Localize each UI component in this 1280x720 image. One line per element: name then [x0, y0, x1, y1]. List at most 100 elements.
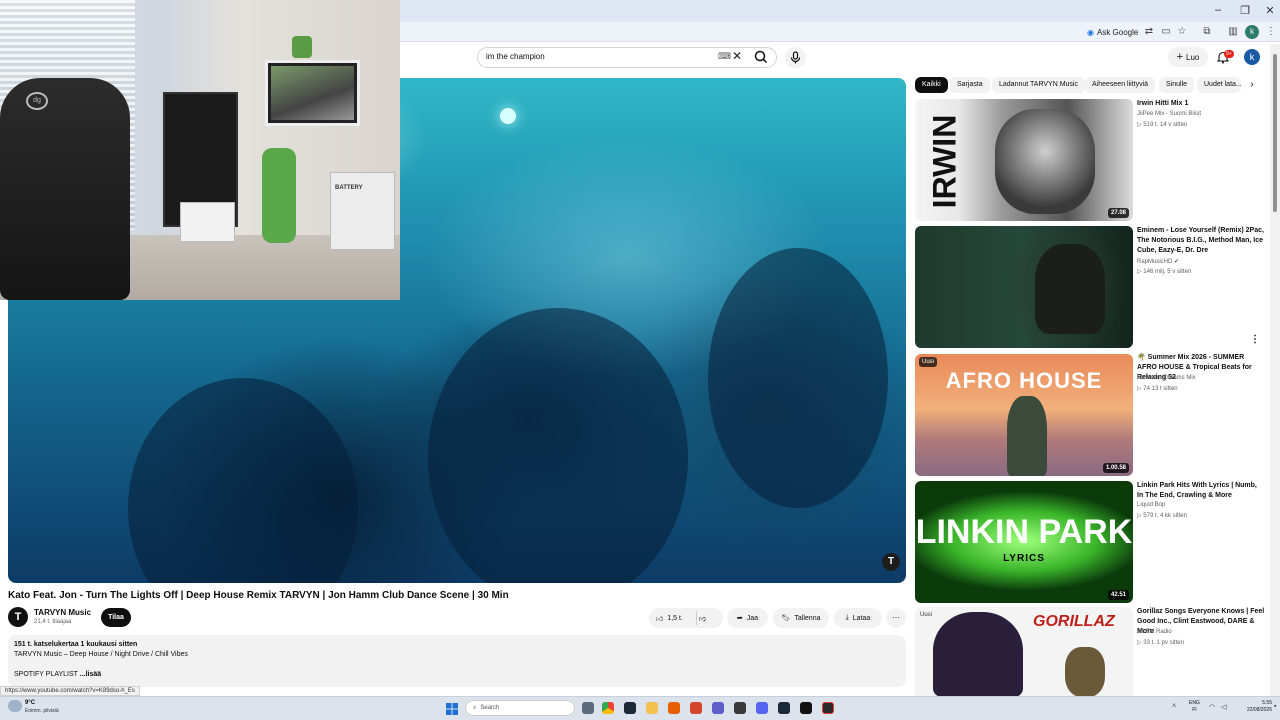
- save-button[interactable]: 🔖︎ Tallenna: [773, 608, 829, 628]
- channel-avatar[interactable]: T: [8, 607, 28, 627]
- scrollbar-thumb[interactable]: [1273, 54, 1277, 212]
- steam-icon-2[interactable]: [778, 702, 790, 714]
- more-actions-button[interactable]: ⋯: [886, 608, 906, 628]
- notification-badge: 9+: [1224, 50, 1234, 58]
- browser-menu-icon[interactable]: ⋮: [1264, 25, 1278, 39]
- more-horizontal-icon: ⋯: [892, 615, 900, 622]
- rec-thumbnail[interactable]: AFRO HOUSE 1.00.58: [915, 354, 1133, 476]
- close-window-icon[interactable]: ✕: [1262, 4, 1278, 17]
- description-text: TARVYN Music – Deep House / Night Drive …: [14, 651, 188, 658]
- verified-icon: ✔: [1174, 259, 1180, 265]
- windows-logo: [446, 703, 458, 715]
- chip-recently-uploaded[interactable]: Uudet lata...: [1197, 77, 1241, 93]
- extensions-icon[interactable]: ⧉: [1200, 25, 1214, 39]
- steam-icon[interactable]: [624, 702, 636, 714]
- language-indicator[interactable]: ENG FI: [1189, 700, 1200, 714]
- keyboard-icon[interactable]: ⌨: [718, 51, 731, 62]
- taskbar-clock[interactable]: 5.55 22/08/2026: [1238, 700, 1272, 714]
- channel-name[interactable]: TARVYN Music: [34, 608, 91, 617]
- rec-channel[interactable]: Liquid Bop: [1137, 502, 1165, 508]
- clock-time: 5.55: [1262, 700, 1272, 706]
- rec-channel[interactable]: Alt FM Radio: [1137, 629, 1172, 635]
- chip-related[interactable]: Aiheeseen liittyviä: [1085, 77, 1156, 93]
- crowd-silhouette: [128, 378, 358, 583]
- chair-logo: dg: [26, 92, 48, 110]
- obs-icon[interactable]: [800, 702, 812, 714]
- clear-search-icon[interactable]: ✕: [732, 49, 742, 63]
- like-button[interactable]: 👍︎ 1,5 t. 👎︎: [649, 608, 723, 628]
- chip-all[interactable]: Kaikki: [915, 77, 948, 93]
- plus-icon: +: [1176, 51, 1184, 63]
- create-button[interactable]: + Luo: [1168, 47, 1208, 67]
- maximize-icon[interactable]: ❐: [1237, 4, 1253, 17]
- ask-google-label: Ask Google: [1096, 27, 1139, 37]
- webcam-plant: [292, 36, 312, 58]
- rec-channel[interactable]: Saltwater Dreams Mix: [1137, 375, 1196, 381]
- share-button[interactable]: ➦ Jaa: [727, 608, 768, 628]
- windows-start-icon[interactable]: [446, 702, 458, 715]
- channel-watermark[interactable]: T: [882, 553, 900, 571]
- rec-thumbnail[interactable]: GORILLAZ: [915, 607, 1133, 697]
- translate-icon[interactable]: ⇄: [1142, 25, 1156, 39]
- taskbar-search[interactable]: ⌕ Search: [465, 700, 575, 716]
- file-explorer-icon[interactable]: [646, 702, 658, 714]
- rec-title[interactable]: Eminem - Lose Yourself (Remix) 2Pac, The…: [1137, 226, 1265, 256]
- minimize-icon[interactable]: –: [1210, 4, 1226, 16]
- weather-description: Enimm. pilvistä: [25, 708, 59, 714]
- rec-thumbnail[interactable]: IRWIN 27.08: [915, 99, 1133, 221]
- app-icon[interactable]: [690, 702, 702, 714]
- browser-profile-avatar[interactable]: k: [1245, 25, 1259, 39]
- app-recording-icon[interactable]: [822, 702, 834, 714]
- thumb-dj: [1007, 396, 1047, 476]
- view-stats: 151 t. katselukertaa 1 kuukausi sitten: [14, 641, 138, 648]
- new-label: Uusi: [920, 612, 933, 618]
- search-button[interactable]: [752, 49, 770, 65]
- subscribe-button[interactable]: Tilaa: [101, 608, 131, 627]
- rec-title[interactable]: Linkin Park Hits With Lyrics | Numb, In …: [1137, 481, 1265, 501]
- volume-icon[interactable]: ◁: [1221, 703, 1226, 711]
- chrome-icon[interactable]: [602, 702, 614, 714]
- description-spotify: SPOTIFY PLAYLIST ...lisää: [14, 671, 101, 678]
- app-grid-icon[interactable]: [734, 702, 746, 714]
- teams-icon[interactable]: [712, 702, 724, 714]
- duration-badge: 1.00.58: [1102, 463, 1129, 473]
- account-avatar[interactable]: k: [1244, 49, 1260, 65]
- chip-for-you[interactable]: Sinulle: [1159, 77, 1195, 93]
- chip-series[interactable]: Sarjasta: [950, 77, 990, 93]
- task-view-icon[interactable]: [582, 702, 594, 714]
- rec-channel[interactable]: JiiPee Mix - Suomi Biisit: [1137, 111, 1201, 117]
- share-icon: ➦: [736, 615, 743, 622]
- tray-chevron-icon[interactable]: ˄: [1172, 703, 1176, 710]
- rec-thumbnail[interactable]: [915, 226, 1133, 348]
- notification-center-icon[interactable]: ▪: [1274, 703, 1276, 710]
- chevron-right-icon[interactable]: ›: [1246, 79, 1258, 91]
- thumbs-down-icon[interactable]: 👎︎: [699, 614, 706, 623]
- rec-meta: ▷ 74 13 t sitten: [1137, 386, 1178, 392]
- rec-channel[interactable]: RapMusicHD ✔: [1137, 258, 1179, 265]
- battery-label: BATTERY: [335, 185, 363, 191]
- wifi-icon[interactable]: ◠: [1209, 703, 1215, 711]
- like-divider: [696, 611, 697, 625]
- sidebar-icon[interactable]: ▥: [1226, 25, 1240, 39]
- create-label: Luo: [1186, 52, 1200, 62]
- firefox-icon[interactable]: [668, 702, 680, 714]
- description-box[interactable]: [8, 635, 906, 687]
- ask-google-button[interactable]: ◉ Ask Google: [1087, 24, 1138, 40]
- cloud-icon[interactable]: [8, 700, 22, 712]
- weather-temperature[interactable]: 9°C: [25, 700, 35, 706]
- rec-thumbnail[interactable]: LINKIN PARK LYRICS 42.51: [915, 481, 1133, 603]
- show-more-link[interactable]: ...lisää: [80, 671, 101, 678]
- thumb-figure: [1035, 244, 1105, 334]
- bookmark-star-icon[interactable]: ☆: [1175, 25, 1189, 39]
- rec-title[interactable]: Irwin Hitti Mix 1: [1137, 99, 1265, 109]
- webcam-table: [180, 202, 235, 242]
- new-badge: Uusi: [919, 357, 938, 367]
- more-vertical-icon[interactable]: ⋮: [1250, 334, 1260, 345]
- discord-icon[interactable]: [756, 702, 768, 714]
- cast-icon[interactable]: ▭: [1159, 25, 1173, 39]
- download-button[interactable]: ⤓ Lataa: [834, 608, 882, 628]
- voice-search-button[interactable]: [785, 47, 806, 68]
- thumb-text: LINKIN PARK: [915, 513, 1133, 551]
- chip-uploaded-by[interactable]: Ladannut TARVYN Music: [992, 77, 1085, 93]
- rec-meta: ▷ 33 t. 1 pv sitten: [1137, 640, 1184, 646]
